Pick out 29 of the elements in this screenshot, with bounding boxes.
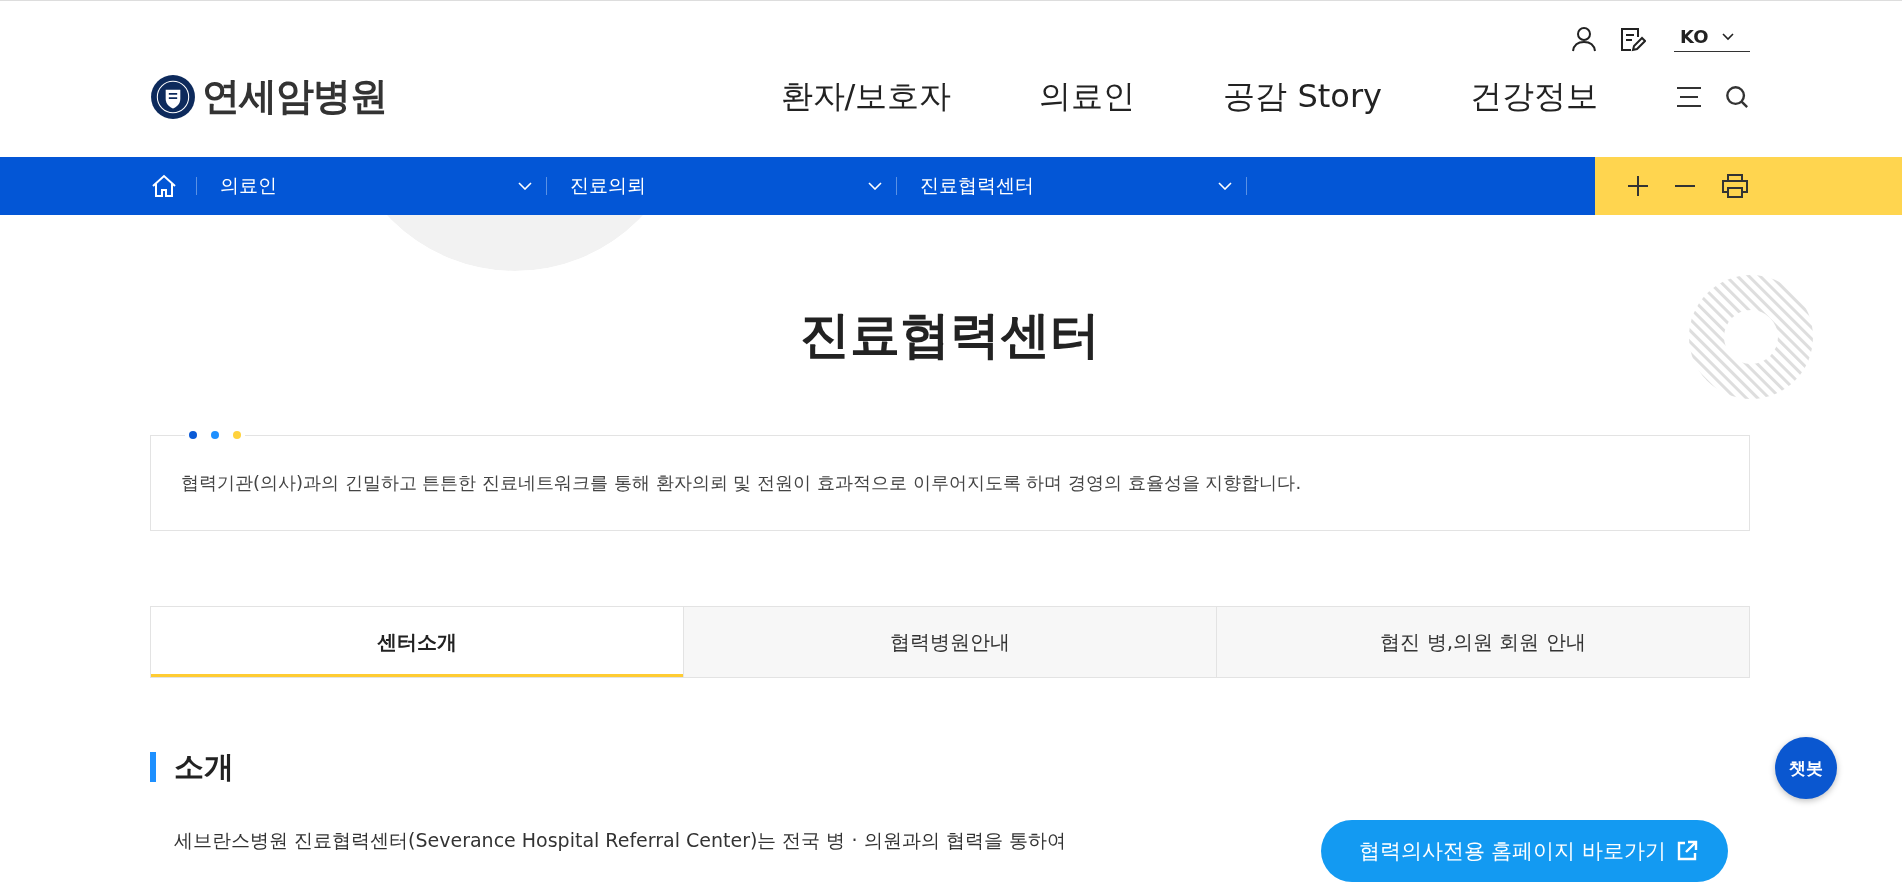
page-title: 진료협력센터 <box>799 305 1101 365</box>
shield-emblem-icon[interactable] <box>150 73 196 120</box>
breadcrumb-dropdown[interactable]: 진료협력센터 <box>897 173 1246 199</box>
chevron-down-icon <box>1218 182 1232 190</box>
nav-link[interactable]: 의료인 <box>1039 74 1136 119</box>
print-icon[interactable] <box>1721 173 1749 199</box>
menu-icon[interactable] <box>1676 84 1702 109</box>
logo-text[interactable]: 연세암병원 <box>202 71 387 122</box>
search-icon[interactable] <box>1724 84 1750 109</box>
tab[interactable]: 협진 병,의원 회원 안내 <box>1216 607 1749 677</box>
chatbot-button[interactable]: 챗봇 <box>1775 737 1837 799</box>
chevron-down-icon <box>1722 32 1735 41</box>
external-link-icon <box>1676 840 1698 862</box>
plus-icon[interactable] <box>1627 175 1649 197</box>
nav-link[interactable]: 환자/보호자 <box>780 74 952 119</box>
nav-link[interactable]: 건강정보 <box>1470 74 1598 119</box>
chevron-down-icon <box>518 182 532 190</box>
home-icon[interactable] <box>150 174 178 198</box>
person-icon[interactable] <box>1570 25 1598 53</box>
tab[interactable]: 협력병원안내 <box>683 607 1216 677</box>
body-text: 세브란스병원 진료협력센터(Severance Hospital Referral Center)는 전국 병 · 의원과의 협력을 통하여 <box>174 828 1066 853</box>
breadcrumb-dropdown[interactable]: 진료의뢰 <box>547 173 896 199</box>
edit-note-icon[interactable] <box>1618 25 1646 53</box>
section-heading: 소개 <box>150 752 1750 782</box>
nav-link[interactable]: 공감 Story <box>1223 74 1382 119</box>
language-select[interactable]: KO <box>1674 26 1750 52</box>
chevron-down-icon <box>868 182 882 190</box>
intro-text: 협력기관(의사)과의 긴밀하고 튼튼한 진료네트워크를 통해 환자의뢰 및 전원이 효과적으로 이루어지도록 하며 경영의 효율성을 지향합니다. <box>181 471 1302 495</box>
breadcrumb-dropdown[interactable]: 의료인 <box>197 173 546 199</box>
